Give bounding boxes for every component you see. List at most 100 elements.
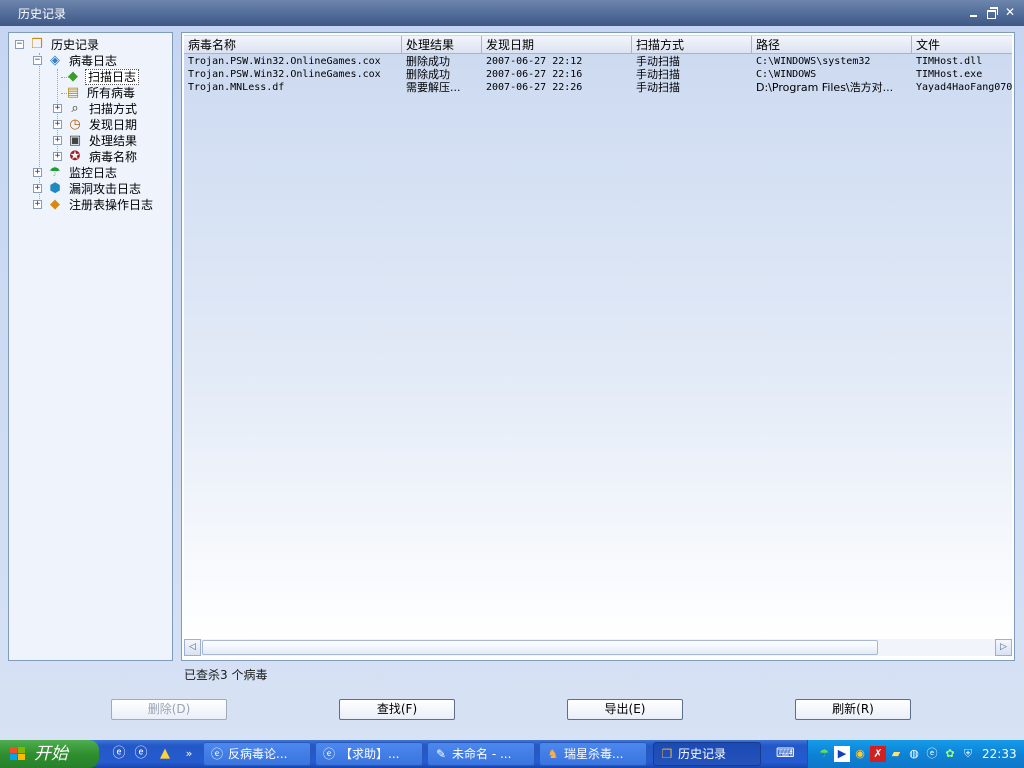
find-button[interactable]: 查找(F) xyxy=(339,699,455,720)
scroll-left-icon[interactable]: ◁ xyxy=(184,639,201,656)
tree-label: 病毒名称 xyxy=(89,150,138,164)
umbrella-icon[interactable]: ☂ xyxy=(816,746,832,762)
registry-cube-icon: ◆ xyxy=(50,197,60,212)
monitor-umbrella-icon: ☂ xyxy=(49,165,61,180)
tree-item-virus-name[interactable]: + ✪ 病毒名称 xyxy=(49,149,159,165)
tree-item-root[interactable]: − ❒ 历史记录 xyxy=(13,37,163,53)
tree-item-scan-log[interactable]: ◆ 扫描日志 xyxy=(49,69,159,85)
cell-file: TIMHost.exe xyxy=(916,69,983,80)
tree-label: 注册表操作日志 xyxy=(69,198,154,212)
ie-tray-icon[interactable]: ⓔ xyxy=(924,746,940,762)
alert-icon[interactable]: ✗ xyxy=(870,746,886,762)
expand-icon[interactable]: + xyxy=(53,152,62,161)
expand-icon[interactable]: + xyxy=(33,200,42,209)
clock: 22:33 xyxy=(982,747,1017,761)
expand-icon[interactable]: + xyxy=(33,184,42,193)
cell-scan-method: 手动扫描 xyxy=(636,55,680,68)
delete-button[interactable]: 删除(D) xyxy=(111,699,227,720)
refresh-button[interactable]: 刷新(R) xyxy=(795,699,911,720)
cell-date: 2007-06-27 22:16 xyxy=(486,69,583,80)
column-header-date[interactable]: 发现日期 xyxy=(482,36,632,54)
scroll-thumb[interactable] xyxy=(202,640,878,655)
expand-icon[interactable]: + xyxy=(53,104,62,113)
expand-icon[interactable]: + xyxy=(53,120,62,129)
tree-label: 漏洞攻击日志 xyxy=(69,182,142,196)
column-header-path[interactable]: 路径 xyxy=(752,36,912,54)
rising-antivirus-icon: ♞ xyxy=(547,747,559,761)
tree-label: 发现日期 xyxy=(89,118,138,132)
keyboard-icon[interactable]: ⌨ xyxy=(776,745,795,763)
results-list: 病毒名称 处理结果 发现日期 扫描方式 路径 文件 Trojan.PSW.Win… xyxy=(181,32,1015,661)
column-header-scan-method[interactable]: 扫描方式 xyxy=(632,36,752,54)
tree-item-exploit-log[interactable]: + ⬢ 漏洞攻击日志 xyxy=(31,181,171,197)
expand-icon[interactable]: + xyxy=(33,168,42,177)
expand-icon[interactable]: + xyxy=(53,136,62,145)
tree-item-registry-log[interactable]: + ◆ 注册表操作日志 xyxy=(31,197,171,213)
quicklaunch-more-icon[interactable]: » xyxy=(180,745,198,763)
cell-path: D:\Program Files\浩方对... xyxy=(756,81,894,94)
tree-item-scan-method[interactable]: + ⌕ 扫描方式 xyxy=(49,101,159,117)
tree-label: 所有病毒 xyxy=(87,86,136,100)
table-row[interactable]: Trojan.PSW.Win32.OnlineGames.cox 删除成功 20… xyxy=(184,68,1012,81)
cell-scan-method: 手动扫描 xyxy=(636,81,680,94)
cell-result: 需要解压... xyxy=(406,81,461,94)
list-header: 病毒名称 处理结果 发现日期 扫描方式 路径 文件 xyxy=(184,36,1012,54)
collapse-icon[interactable]: − xyxy=(15,40,24,49)
table-row[interactable]: Trojan.MNLess.df 需要解压... 2007-06-27 22:2… xyxy=(184,81,1012,94)
cell-result: 删除成功 xyxy=(406,68,450,81)
ie-icon[interactable]: ⓔ xyxy=(132,745,150,763)
task-forum[interactable]: ⓔ 反病毒论... xyxy=(203,742,311,766)
cell-file: TIMHost.dll xyxy=(916,56,983,67)
tree-item-virus-log[interactable]: − ◈ 病毒日志 xyxy=(31,53,161,69)
column-header-file[interactable]: 文件 xyxy=(912,36,1012,54)
tree-label: 历史记录 xyxy=(51,38,100,52)
export-button[interactable]: 导出(E) xyxy=(567,699,683,720)
browser-icon[interactable]: ⓔ xyxy=(110,745,128,763)
tree-label: 处理结果 xyxy=(89,134,138,148)
column-header-virus-name[interactable]: 病毒名称 xyxy=(184,36,402,54)
restore-button[interactable] xyxy=(985,5,999,19)
cell-date: 2007-06-27 22:26 xyxy=(486,82,583,93)
minimize-button[interactable] xyxy=(967,5,981,19)
task-help[interactable]: ⓔ 【求助】... xyxy=(315,742,423,766)
column-header-result[interactable]: 处理结果 xyxy=(402,36,482,54)
document-icon: ▤ xyxy=(66,85,80,100)
tree-label: 扫描日志 xyxy=(85,69,140,85)
ie-icon: ⓔ xyxy=(322,747,335,761)
task-label: 【求助】... xyxy=(340,747,400,761)
cell-scan-method: 手动扫描 xyxy=(636,68,680,81)
scroll-right-icon[interactable]: ▷ xyxy=(995,639,1012,656)
shield-icon[interactable]: ⛨ xyxy=(960,746,976,762)
media-icon[interactable]: ▶ xyxy=(834,746,850,762)
magnifier-icon: ⌕ xyxy=(71,101,79,116)
task-label: 未命名 - ... xyxy=(452,747,512,761)
task-label: 反病毒论... xyxy=(228,747,288,761)
folder-icon[interactable]: ▰ xyxy=(888,746,904,762)
collapse-icon[interactable]: − xyxy=(33,56,42,65)
tree-item-all-viruses[interactable]: ▤ 所有病毒 xyxy=(49,85,159,101)
start-button[interactable]: 开始 xyxy=(0,740,99,768)
tree-item-found-date[interactable]: + ◷ 发现日期 xyxy=(49,117,159,133)
tree-item-process-result[interactable]: + ▣ 处理结果 xyxy=(49,133,159,149)
paint-icon: ✎ xyxy=(435,747,447,761)
tree-label: 监控日志 xyxy=(69,166,118,180)
cell-result: 删除成功 xyxy=(406,55,450,68)
task-paint[interactable]: ✎ 未命名 - ... xyxy=(427,742,535,766)
task-label: 历史记录 xyxy=(678,747,727,761)
close-button[interactable]: ✕ xyxy=(1003,5,1017,19)
window-title: 历史记录 xyxy=(18,7,67,21)
cell-path: C:\WINDOWS xyxy=(756,69,817,80)
network-icon[interactable]: ◉ xyxy=(852,746,868,762)
green-tool-icon[interactable]: ✿ xyxy=(942,746,958,762)
exploit-shield-icon: ⬢ xyxy=(49,181,61,196)
table-row[interactable]: Trojan.PSW.Win32.OnlineGames.cox 删除成功 20… xyxy=(184,55,1012,68)
cell-date: 2007-06-27 22:12 xyxy=(486,56,583,67)
task-rising[interactable]: ♞ 瑞星杀毒... xyxy=(539,742,647,766)
tree-label: 病毒日志 xyxy=(69,54,118,68)
warning-icon[interactable]: ▲ xyxy=(156,745,174,763)
tree-item-monitor-log[interactable]: + ☂ 监控日志 xyxy=(31,165,161,181)
task-history[interactable]: ❒ 历史记录 xyxy=(653,742,761,766)
scan-log-icon: ◆ xyxy=(68,69,78,84)
horizontal-scrollbar[interactable]: ◁ ▷ xyxy=(184,639,1012,656)
volume-icon[interactable]: ◍ xyxy=(906,746,922,762)
